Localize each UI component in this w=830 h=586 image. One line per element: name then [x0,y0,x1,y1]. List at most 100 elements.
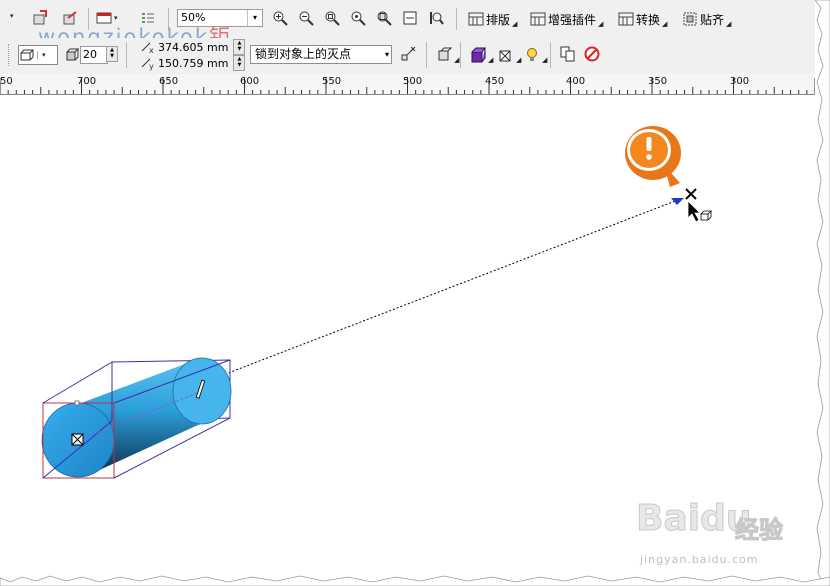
menu-convert-label: 转换 [636,12,661,27]
vanishing-point-y-icon: y [140,55,156,71]
vanishing-point-cross[interactable] [685,188,697,200]
zoom-to-all-objects-button[interactable] [350,10,366,26]
vanishing-x-field[interactable]: x 374.605 mm ▲ ▼ [140,39,246,55]
zoom-width-icon [402,10,418,26]
ruler-label: 50 [0,76,13,87]
extrude-type-icon [19,47,35,63]
zoom-level-select[interactable]: 50% ▾ [177,9,263,27]
zoom-selection-icon [324,10,340,26]
chevron-down-icon: ▾ [384,50,389,59]
vanishing-line [209,197,684,381]
lightbulb-icon [524,47,540,63]
extrude-rotation-icon [436,47,452,63]
submenu-arrow-icon: ◢ [488,56,494,64]
depth-icon [64,47,80,63]
depth-input[interactable]: 20 [80,46,108,64]
vanishing-x-value: 374.605 mm [158,40,229,54]
submenu-arrow-icon: ◢ [726,20,732,28]
zoom-page-height-button[interactable] [428,10,444,26]
layout-icon [468,11,484,27]
zoom-all-icon [350,10,366,26]
launcher-icon [96,10,112,26]
depth-value: 20 [83,48,97,61]
top-handle[interactable] [74,400,80,406]
submenu-arrow-icon: ◢ [512,20,518,28]
menu-plugins-label: 增强插件 [548,12,597,27]
chevron-down-icon: ▾ [37,51,46,59]
torn-edge-right [815,0,830,586]
ruler-label: 700 [77,76,97,87]
svg-text:y: y [149,62,154,71]
toolbar-grip: ▾ [10,12,14,20]
plugin-icon [530,11,546,27]
clear-icon [584,46,600,62]
menu-layout[interactable]: 排版 ◢ [468,10,517,28]
vanishing-point-icon [400,46,416,62]
chevron-down-icon[interactable]: ▾ [247,10,262,26]
ruler-label: 600 [240,76,260,87]
baidu-site-url: jingyan.baidu.com [640,553,759,566]
depth-spinner[interactable]: ▲ ▼ [106,46,118,62]
zoom-out-icon [298,10,314,26]
extrude-color-icon [470,47,486,63]
export-button[interactable] [62,10,78,26]
import-icon [32,10,48,26]
export-icon [62,10,78,26]
zoom-page-width-button[interactable] [402,10,418,26]
extrude-lighting-button[interactable]: ◢ [524,46,547,64]
spinner-arrows-icon[interactable]: ▲ ▼ [233,39,246,55]
zoom-level-value: 50% [181,11,206,24]
extrude-rotation-button[interactable]: ◢ [436,46,459,64]
spinner-arrows-icon[interactable]: ▲ ▼ [233,55,246,71]
standard-toolbar: ▾ ▾ 50% ▾ 排版 ◢ 增强插件 ◢ 转换 ◢ 贴齐 ◢ [0,0,815,39]
torn-edge-bottom [0,575,830,586]
submenu-arrow-icon: ◢ [662,20,668,28]
toolbar-separator [126,42,127,68]
depth-label [64,47,80,63]
welcome-screen-button[interactable] [140,10,156,26]
import-button[interactable] [32,10,48,26]
extrusion-type-select[interactable]: ▾ [18,45,58,65]
zoom-height-icon [428,10,444,26]
extrude-tool-cursor-icon [700,210,712,221]
ruler-label: 450 [485,76,505,87]
menu-convert[interactable]: 转换 ◢ [618,10,667,28]
submenu-arrow-icon: ◢ [454,56,460,64]
vanishing-point-lock-value: 锁到对象上的灭点 [255,47,352,61]
vanishing-point-lock-select[interactable]: 锁到对象上的灭点 ▾ [250,45,392,64]
vanishing-point-properties-button[interactable] [400,46,416,62]
clear-extrusion-button[interactable] [584,46,600,62]
ruler-label: 650 [159,76,179,87]
checklist-icon [140,10,156,26]
toolbar-separator [460,42,461,68]
exclamation-icon [646,137,652,151]
toolbar-separator [168,8,169,30]
extrude-color-button[interactable]: ◢ [470,46,493,64]
app-frame: ▾ ▾ 50% ▾ 排版 ◢ 增强插件 ◢ 转换 ◢ 贴齐 ◢ wongziok… [0,0,830,586]
ruler-label: 400 [566,76,586,87]
toolbar-separator [456,8,457,30]
application-launcher-button[interactable]: ▾ [96,10,118,26]
svg-text:x: x [149,46,154,55]
horizontal-ruler[interactable]: 50 700 650 600 550 500 450 400 350 300 [0,74,815,95]
ruler-label: 350 [648,76,668,87]
vanishing-y-field[interactable]: y 150.759 mm ▲ ▼ [140,55,246,71]
toolbar-separator [550,42,551,68]
ruler-label: 300 [730,76,750,87]
ruler-label: 550 [322,76,342,87]
zoom-page-icon [376,10,392,26]
vanishing-y-value: 150.759 mm [158,56,229,70]
menu-plugins[interactable]: 增强插件 ◢ [530,10,603,28]
menu-snap[interactable]: 贴齐 ◢ [682,10,731,28]
ruler-label: 500 [403,76,423,87]
menu-snap-label: 贴齐 [700,12,725,27]
zoom-to-page-button[interactable] [376,10,392,26]
bevel-icon [498,47,514,63]
zoom-in-button[interactable] [272,10,288,26]
extrude-bevels-button[interactable]: ◢ [498,46,521,64]
copy-extrusion-button[interactable] [560,46,576,62]
zoom-out-button[interactable] [298,10,314,26]
zoom-to-selection-button[interactable] [324,10,340,26]
submenu-arrow-icon: ◢ [598,20,604,28]
submenu-arrow-icon: ◢ [516,56,522,64]
